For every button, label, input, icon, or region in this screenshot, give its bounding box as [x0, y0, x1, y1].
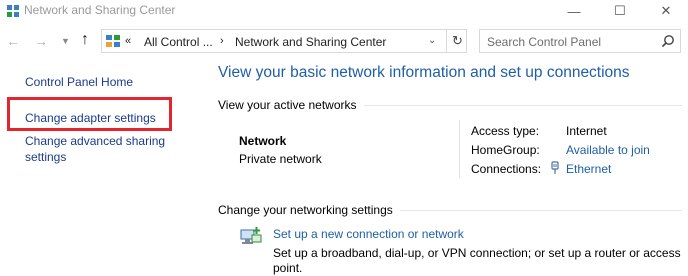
close-button[interactable]: ✕	[643, 0, 688, 22]
connections-label: Connections:	[471, 162, 542, 176]
page-title: View your basic network information and …	[218, 64, 630, 81]
section-divider	[400, 210, 682, 211]
ethernet-icon	[551, 161, 559, 174]
address-dropdown-chevron-down-icon[interactable]: ⌄	[428, 35, 436, 46]
address-overflow-chevrons[interactable]: «	[125, 35, 131, 47]
homegroup-label: HomeGroup:	[471, 143, 540, 157]
control-panel-location-icon	[106, 35, 120, 47]
breadcrumb-network-and-sharing-center[interactable]: Network and Sharing Center	[235, 35, 386, 49]
sidebar-link-line: settings	[25, 150, 67, 164]
sidebar-link-control-panel-home[interactable]: Control Panel Home	[25, 74, 133, 90]
setup-new-connection-description: Set up a broadband, dial-up, or VPN conn…	[273, 246, 681, 275]
network-center-app-icon	[7, 5, 19, 17]
setup-new-connection-link[interactable]: Set up a new connection or network	[273, 227, 464, 241]
sidebar-link-line: Change advanced sharing	[25, 134, 166, 148]
network-name: Network	[239, 134, 287, 148]
recent-locations-chevron-down-icon[interactable]: ▼	[61, 36, 70, 46]
up-arrow-icon[interactable]: ↑	[81, 31, 89, 49]
change-settings-heading: Change your networking settings	[218, 203, 393, 217]
forward-arrow-icon[interactable]: →	[34, 33, 48, 49]
vertical-divider	[459, 120, 460, 178]
network-category-link[interactable]: Private network	[239, 152, 322, 166]
search-icon[interactable]	[661, 34, 675, 48]
breadcrumb-all-control-panel[interactable]: All Control ...	[144, 35, 213, 49]
back-arrow-icon[interactable]: ←	[6, 33, 20, 49]
window-title: Network and Sharing Center	[24, 3, 176, 17]
sidebar-link-change-adapter-settings[interactable]: Change adapter settings	[25, 110, 156, 126]
breadcrumb-separator[interactable]: ›	[220, 35, 224, 47]
access-type-label: Access type:	[471, 124, 540, 138]
maximize-button[interactable]: ☐	[597, 0, 643, 22]
network-setup-icon	[240, 227, 262, 244]
refresh-button[interactable]: ↻	[446, 30, 468, 52]
search-input-placeholder[interactable]: Search Control Panel	[487, 35, 601, 49]
minimize-button[interactable]: —	[551, 0, 597, 22]
access-type-value: Internet	[566, 124, 607, 138]
sidebar-link-change-advanced-sharing-settings[interactable]: Change advanced sharing settings	[25, 133, 165, 165]
section-divider	[364, 105, 682, 106]
active-networks-heading: View your active networks	[218, 98, 357, 112]
ethernet-connection-link[interactable]: Ethernet	[566, 162, 611, 176]
homegroup-available-to-join-link[interactable]: Available to join	[566, 143, 650, 157]
